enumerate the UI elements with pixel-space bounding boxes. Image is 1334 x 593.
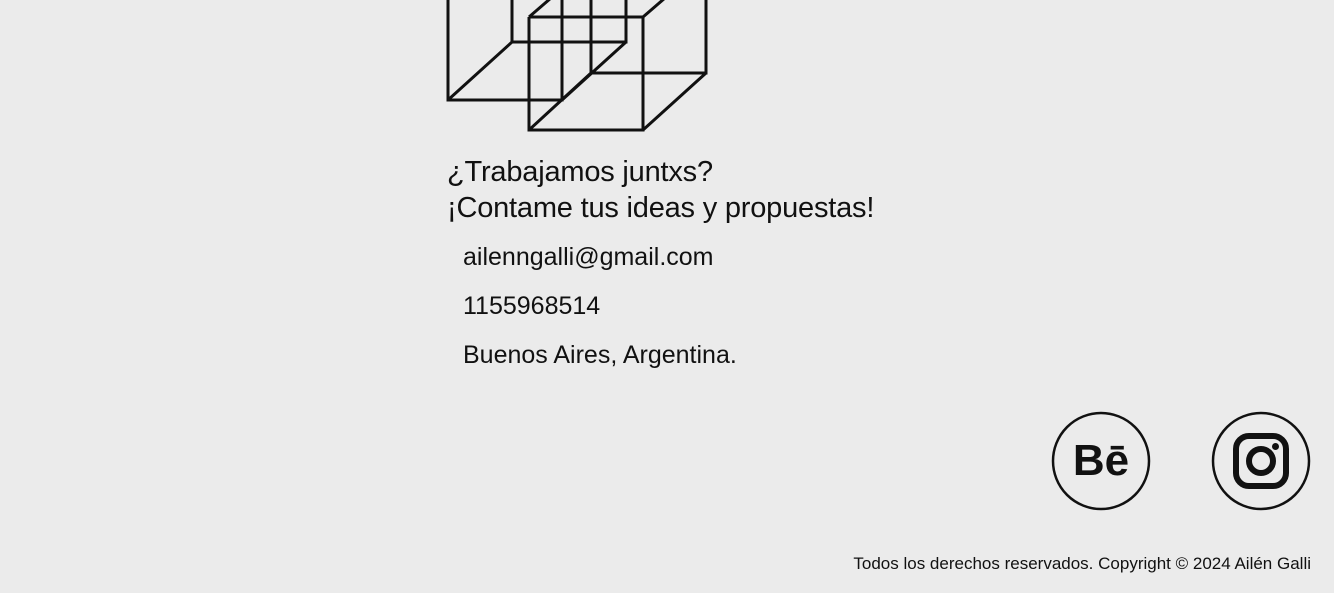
footer-copyright: Todos los derechos reservados. Copyright… [853,554,1311,573]
contact-phone[interactable]: 1155968514 [463,289,737,338]
behance-label: Bē [1073,436,1129,485]
contact-email[interactable]: ailenngalli@gmail.com [463,240,737,289]
wireframe-cubes-icon [446,0,708,134]
instagram-link[interactable] [1211,411,1311,511]
instagram-icon [1211,411,1311,511]
headline-line-2: ¡Contame tus ideas y propuestas! [447,192,875,224]
contact-location: Buenos Aires, Argentina. [463,341,737,369]
contact-headline: ¿Trabajamos juntxs? ¡Contame tus ideas y… [447,154,874,226]
behance-link[interactable]: Bē [1051,411,1151,511]
behance-icon: Bē [1051,411,1151,511]
contact-info: ailenngalli@gmail.com 1155968514 Buenos … [463,240,737,387]
headline-line-1: ¿Trabajamos juntxs? [447,156,713,188]
